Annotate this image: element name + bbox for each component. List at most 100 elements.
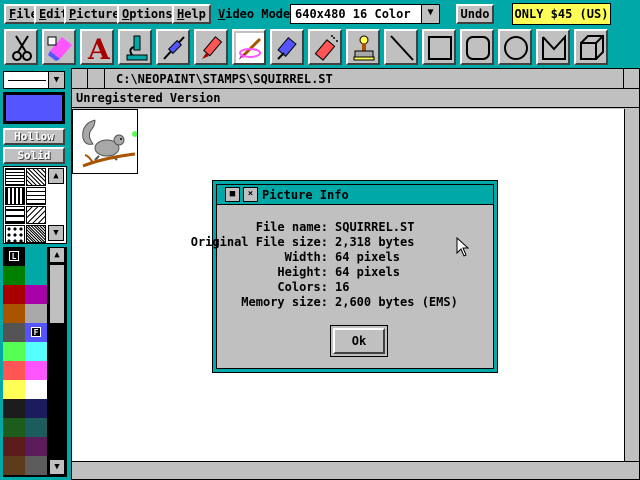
spray-tool[interactable] (308, 29, 342, 65)
pattern-swatch[interactable] (26, 168, 46, 186)
palette-color[interactable] (25, 342, 47, 361)
palette-color[interactable] (25, 266, 47, 285)
chevron-down-icon[interactable]: ▼ (48, 72, 64, 88)
line-style-select[interactable]: ▼ (3, 71, 65, 89)
close-button[interactable] (89, 69, 105, 88)
palette-color[interactable] (3, 399, 25, 418)
pattern-swatch[interactable] (26, 187, 46, 205)
dialog-title: Picture Info (262, 188, 349, 202)
palette-color[interactable] (3, 361, 25, 380)
info-value: 64 pixels (335, 250, 401, 264)
info-value: 2,318 bytes (335, 235, 415, 249)
palette-color[interactable] (3, 418, 25, 437)
solid-button[interactable]: Solid (3, 147, 65, 164)
document-title-bar: C:\NEOPAINT\STAMPS\SQUIRREL.ST (72, 69, 639, 89)
close-icon[interactable]: × (243, 187, 258, 202)
palette-color[interactable] (25, 418, 47, 437)
rounded-rectangle-tool[interactable] (460, 29, 494, 65)
spray-can-icon (314, 35, 338, 61)
line-sample (8, 80, 46, 81)
palette-color[interactable] (3, 304, 25, 323)
chevron-down-icon[interactable]: ▼ (421, 5, 439, 23)
pattern-grid: ▲ ▼ (3, 166, 67, 244)
scissors-tool[interactable] (4, 29, 38, 65)
stamp-tool[interactable] (346, 29, 380, 65)
maximize-button[interactable] (623, 69, 639, 88)
palette-color[interactable] (25, 247, 47, 266)
palette-color[interactable] (3, 323, 25, 342)
svg-text:A: A (87, 33, 111, 63)
info-row-colors: Colors: 16 (217, 280, 493, 295)
horizontal-scrollbar[interactable] (72, 461, 639, 479)
info-label: Width: (284, 250, 328, 264)
system-menu-icon[interactable]: ■ (225, 187, 240, 202)
video-mode-select[interactable]: 640x480 16 Color ▼ (290, 4, 440, 24)
zoom-tool[interactable] (118, 29, 152, 65)
rectangle-tool[interactable] (422, 29, 456, 65)
pattern-swatch[interactable] (5, 168, 25, 186)
syringe-icon (163, 36, 185, 60)
text-tool[interactable]: A (80, 29, 114, 65)
microscope-icon (126, 35, 148, 61)
mouse-pointer-icon (456, 237, 470, 257)
info-label: Colors: (277, 280, 328, 294)
undo-button[interactable]: Undo (456, 4, 494, 24)
palette-color[interactable] (3, 266, 25, 285)
video-mode-label: Video Mode: (218, 7, 298, 21)
menu-picture[interactable]: Picture (64, 4, 125, 24)
eraser-icon (47, 36, 72, 61)
info-value: 64 pixels (335, 265, 401, 279)
chevron-down-icon[interactable]: ▼ (48, 225, 64, 241)
vertical-scrollbar[interactable] (624, 109, 639, 461)
cube-tool[interactable] (574, 29, 608, 65)
line-icon (390, 35, 414, 61)
info-label: Original File size: (190, 235, 328, 249)
polygon-tool[interactable] (536, 29, 570, 65)
palette-color[interactable] (25, 437, 47, 456)
menu-help[interactable]: Help (172, 4, 211, 24)
chevron-up-icon[interactable]: ▲ (49, 247, 65, 263)
brush-tool[interactable] (232, 29, 266, 65)
hollow-button[interactable]: Hollow (3, 128, 65, 145)
pattern-swatch[interactable] (5, 225, 25, 243)
palette-color[interactable] (25, 285, 47, 304)
pattern-swatch[interactable] (26, 206, 46, 224)
palette-color[interactable] (25, 456, 47, 475)
line-tool[interactable] (384, 29, 418, 65)
eraser-tool[interactable] (42, 29, 76, 65)
menu-options[interactable]: Options (117, 4, 178, 24)
squirrel-image (73, 110, 138, 173)
left-panel: ▼ Hollow Solid ▲ ▼ L F ▲ ▼ (0, 68, 70, 480)
info-row-width: Width: 64 pixels (217, 250, 493, 265)
palette-color[interactable] (25, 380, 47, 399)
chevron-up-icon[interactable]: ▲ (48, 168, 64, 184)
palette-scroll-thumb[interactable] (49, 264, 65, 324)
pattern-swatch[interactable] (26, 225, 46, 243)
palette-color[interactable] (3, 456, 25, 475)
palette-color[interactable] (3, 342, 25, 361)
ok-button[interactable]: Ok (330, 325, 388, 357)
palette-color[interactable] (25, 304, 47, 323)
stamp-icon (353, 35, 375, 61)
ok-button-label: Ok (333, 328, 385, 354)
ellipse-tool[interactable] (498, 29, 532, 65)
palette-color[interactable] (3, 285, 25, 304)
price-promo-button[interactable]: ONLY $45 (US) (512, 3, 611, 25)
dropper-tool[interactable] (156, 29, 190, 65)
pattern-swatch[interactable] (5, 206, 25, 224)
system-menu-button[interactable] (72, 69, 88, 88)
info-row-height: Height: 64 pixels (217, 265, 493, 280)
palette-color[interactable] (25, 399, 47, 418)
palette-color[interactable] (3, 437, 25, 456)
palette-color[interactable] (3, 380, 25, 399)
color-palette: L F ▲ ▼ (3, 247, 67, 477)
chevron-down-icon[interactable]: ▼ (49, 459, 65, 475)
pattern-swatch[interactable] (5, 187, 25, 205)
current-color-swatch (3, 92, 65, 124)
palette-color[interactable] (25, 361, 47, 380)
squirrel-stamp-image (72, 109, 138, 174)
dialog-title-bar: ■ × Picture Info (217, 185, 493, 205)
rectangle-icon (428, 36, 452, 60)
paint-tube-tool[interactable] (270, 29, 304, 65)
marker-tool[interactable] (194, 29, 228, 65)
